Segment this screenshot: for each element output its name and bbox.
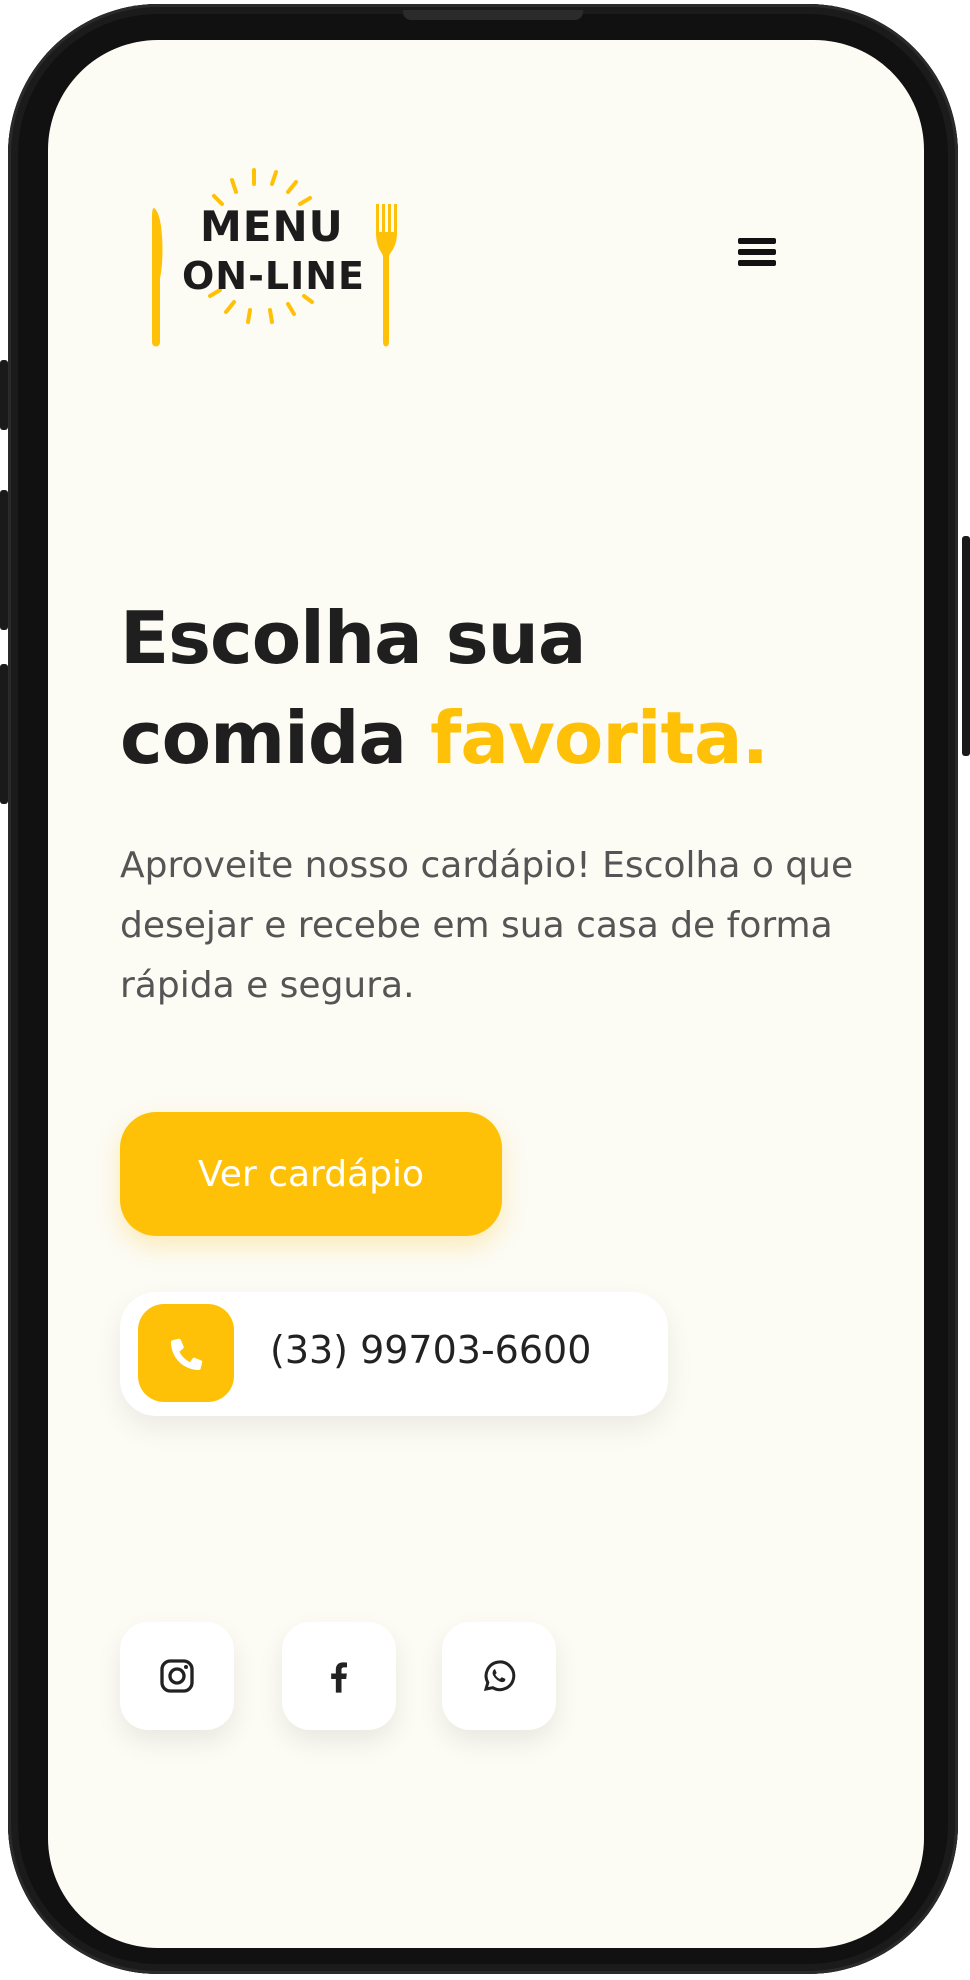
hero-description: Aproveite nosso cardápio! Escolha o que … [120, 845, 854, 1006]
instagram-icon [160, 1659, 194, 1693]
phone-contact-card[interactable]: (33) 99703-6600 [120, 1292, 668, 1416]
phone-icon [170, 1338, 203, 1370]
fork-icon [376, 204, 397, 347]
hamburger-menu-icon[interactable] [734, 232, 778, 272]
phone-side-button [0, 360, 8, 430]
phone-number: (33) 99703-6600 [270, 1328, 592, 1372]
brand-logo[interactable]: MENU ON-LINE [150, 152, 410, 352]
knife-icon [152, 208, 163, 347]
logo-line2: ON-LINE [182, 254, 365, 298]
menu-bar [738, 249, 776, 255]
menu-bar [738, 238, 776, 244]
hero-title-part1: Escolha sua [120, 596, 586, 680]
phone-power-button [962, 536, 970, 756]
view-menu-button[interactable]: Ver cardápio [120, 1112, 502, 1236]
phone-volume-down-button [0, 664, 8, 804]
instagram-button[interactable] [120, 1622, 234, 1730]
hero-title: Escolha sua comida favorita. [120, 588, 880, 788]
hero-title-part2: comida [120, 696, 407, 780]
whatsapp-icon [483, 1660, 516, 1692]
facebook-button[interactable] [282, 1622, 396, 1730]
whatsapp-button[interactable] [442, 1622, 556, 1730]
phone-volume-up-button [0, 490, 8, 630]
phone-icon-box [138, 1304, 234, 1402]
menu-bar [738, 260, 776, 266]
phone-speaker [403, 10, 583, 20]
facebook-icon [331, 1662, 347, 1693]
app-screen: MENU ON-LINE Escolha sua comida favorita… [48, 40, 924, 1948]
logo-graphic [152, 168, 397, 347]
hero-title-accent: favorita. [430, 696, 769, 780]
logo-line1: MENU [200, 202, 344, 251]
